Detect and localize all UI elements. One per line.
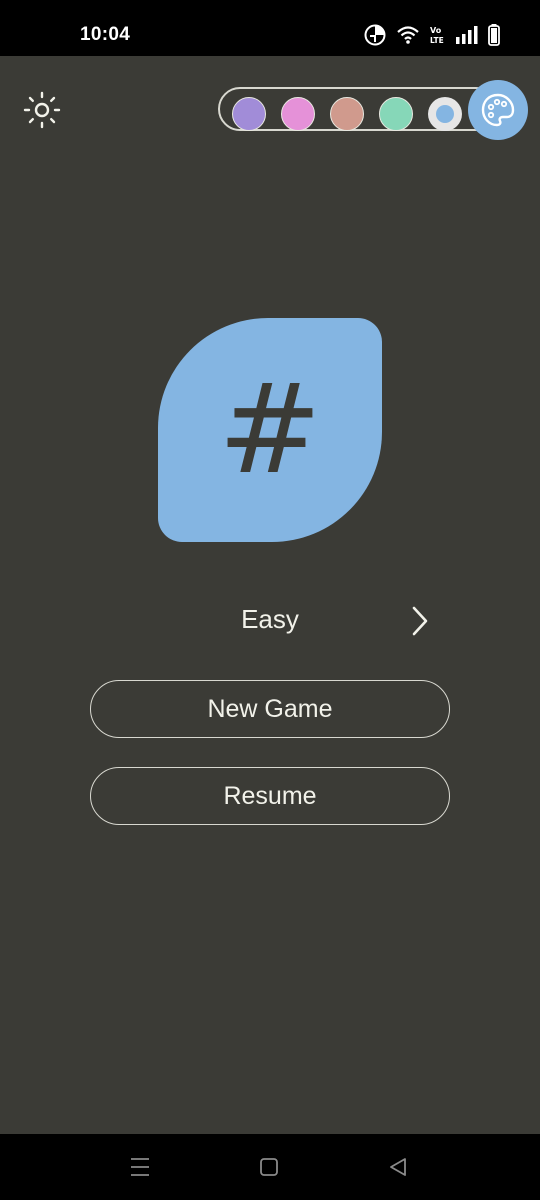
swatch-pink[interactable] xyxy=(281,97,315,131)
back-icon[interactable] xyxy=(388,1156,408,1178)
recent-apps-icon[interactable] xyxy=(130,1156,150,1178)
sun-icon xyxy=(23,91,61,129)
new-game-button[interactable]: New Game xyxy=(90,680,450,738)
swatch-purple[interactable] xyxy=(232,97,266,131)
home-icon[interactable] xyxy=(259,1156,279,1178)
signal-icon xyxy=(456,26,478,44)
navigation-bar xyxy=(0,1134,540,1200)
selected-dot xyxy=(436,105,454,123)
palette-button[interactable] xyxy=(468,80,528,140)
battery-icon xyxy=(488,24,500,46)
chevron-right-icon xyxy=(412,606,428,636)
difficulty-next-button[interactable] xyxy=(402,602,438,640)
swatch-rose[interactable] xyxy=(330,97,364,131)
swatch-blue[interactable] xyxy=(428,97,462,131)
wifi-icon xyxy=(397,26,419,44)
palette-icon xyxy=(481,93,515,127)
color-palette-bar xyxy=(218,87,498,131)
logo-hash-symbol: # xyxy=(218,358,322,502)
status-bar: 10:04 Vo LTE xyxy=(0,0,540,56)
svg-text:Vo: Vo xyxy=(430,26,442,35)
brightness-button[interactable] xyxy=(20,88,64,132)
data-saver-icon xyxy=(364,24,386,46)
volte-icon: Vo LTE xyxy=(430,26,444,45)
status-time: 10:04 xyxy=(80,24,131,45)
swatch-mint[interactable] xyxy=(379,97,413,131)
app-logo: # xyxy=(158,318,382,542)
resume-button[interactable]: Resume xyxy=(90,767,450,825)
status-icons: Vo LTE xyxy=(364,24,500,46)
difficulty-label: Easy xyxy=(241,604,299,634)
svg-text:LTE: LTE xyxy=(430,36,444,45)
